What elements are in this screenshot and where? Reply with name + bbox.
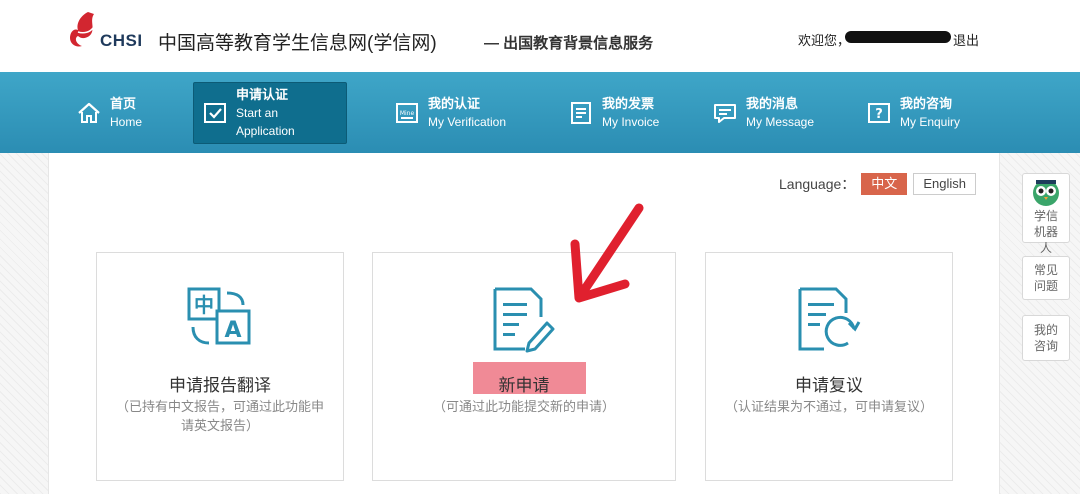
owl-robot-icon — [1033, 180, 1059, 206]
nav-item-message[interactable]: 我的消息 My Message — [704, 82, 822, 144]
chsi-logo-icon — [70, 12, 94, 47]
svg-text:?: ? — [875, 107, 883, 122]
nav-item-invoice[interactable]: 我的发票 My Invoice — [560, 82, 667, 144]
language-option-en[interactable]: English — [913, 173, 976, 195]
checkbox-icon — [204, 103, 226, 123]
nav-label-en: Start an Application — [236, 106, 295, 138]
left-background — [0, 153, 48, 494]
language-option-zh[interactable]: 中文 — [861, 173, 908, 195]
translate-icon: 中 A — [187, 287, 251, 345]
refresh-document-icon — [798, 287, 861, 351]
faq-button[interactable]: 常见问题 — [1022, 256, 1070, 300]
site-title[interactable]: 中国高等教育学生信息网(学信网) — [158, 28, 437, 55]
tool-label: 我的咨询 — [1033, 323, 1058, 353]
chat-icon — [714, 104, 736, 123]
language-switch: Language： 中文 English — [779, 173, 976, 195]
card-title: 新申请 — [498, 376, 550, 395]
top-header: CHSI 中国高等教育学生信息网(学信网) — 出国教育背景信息服务 欢迎您， … — [0, 0, 1080, 72]
nav-label-en: My Enquiry — [900, 115, 961, 129]
redacted-username — [845, 31, 951, 43]
nav-label-en: My Invoice — [602, 115, 660, 129]
nav-label-zh: 我的咨询 — [900, 96, 953, 111]
nav-label-zh: 申请认证 — [236, 87, 289, 102]
main-nav: 首页 Home 申请认证 Start an Application Mine 我… — [0, 72, 1080, 153]
nav-item-enquiry[interactable]: ? 我的咨询 My Enquiry — [858, 82, 968, 144]
logo-text: CHSI — [100, 31, 143, 50]
svg-text:Mine: Mine — [400, 110, 415, 117]
nav-label-zh: 我的消息 — [746, 96, 799, 111]
nav-label-en: My Verification — [428, 115, 507, 129]
card-description: （已持有中文报告，可通过此功能申请英文报告） — [115, 399, 324, 433]
nav-item-verification[interactable]: Mine 我的认证 My Verification — [386, 82, 514, 144]
card-description: （认证结果为不通过，可申请复议） — [724, 399, 933, 414]
nav-label-zh: 我的发票 — [602, 96, 655, 111]
welcome-text: 欢迎您， — [798, 33, 851, 48]
my-enquiry-button[interactable]: 我的咨询 — [1022, 315, 1070, 361]
logout-link[interactable]: 退出 — [953, 30, 979, 49]
card-report-translation[interactable]: 中 A 申请报告翻译 （已持有中文报告，可通过此功能申请英文报告） — [96, 252, 344, 481]
svg-text:A: A — [224, 318, 241, 343]
question-icon: ? — [868, 103, 890, 123]
nav-label-zh: 首页 — [110, 96, 137, 111]
card-title: 申请复议 — [795, 376, 863, 395]
nav-label-en: My Message — [746, 115, 815, 129]
tool-label: 常见问题 — [1033, 263, 1058, 293]
arrow-annotation-icon — [570, 203, 644, 303]
nav-label-en: Home — [110, 115, 143, 129]
language-label: Language： — [779, 176, 856, 192]
nav-item-home[interactable]: 首页 Home — [68, 82, 150, 144]
mine-icon: Mine — [396, 103, 418, 123]
tool-label: 学信机器人 — [1033, 209, 1058, 255]
home-icon — [78, 102, 100, 123]
card-title: 申请报告翻译 — [169, 376, 271, 395]
nav-item-apply[interactable]: 申请认证 Start an Application — [193, 82, 347, 144]
invoice-icon — [571, 102, 591, 124]
card-reconsideration[interactable]: 申请复议 （认证结果为不通过，可申请复议） — [705, 252, 953, 481]
edit-document-icon — [493, 287, 555, 353]
svg-text:中: 中 — [194, 293, 214, 317]
site-subtitle: — 出国教育背景信息服务 — [484, 35, 654, 52]
robot-assistant-button[interactable]: 学信机器人 — [1022, 173, 1070, 255]
card-description: （可通过此功能提交新的申请） — [432, 399, 615, 414]
nav-label-zh: 我的认证 — [428, 96, 481, 111]
